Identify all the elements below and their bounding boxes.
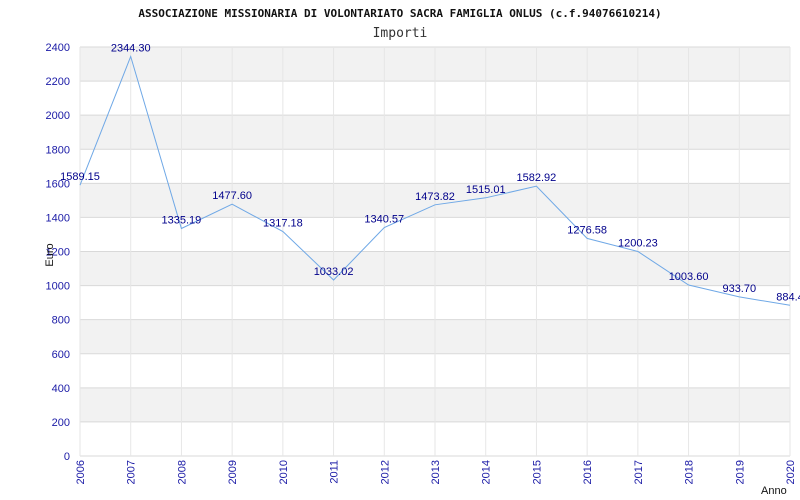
x-tick-label: 2015 (531, 460, 543, 484)
y-tick-label: 2200 (46, 76, 70, 88)
y-tick-label: 2000 (46, 110, 70, 122)
y-tick-label: 2400 (46, 42, 70, 54)
data-label: 1477.60 (212, 190, 252, 202)
data-label: 1473.82 (415, 191, 455, 203)
data-label: 884.4 (776, 291, 800, 303)
x-tick-label: 2009 (227, 460, 239, 484)
x-tick-label: 2017 (633, 460, 645, 484)
x-tick-label: 2007 (126, 460, 138, 484)
data-label: 1582.92 (517, 172, 557, 184)
data-label: 1589.15 (60, 171, 100, 183)
y-tick-label: 1000 (46, 281, 70, 293)
data-label: 1515.01 (466, 184, 506, 196)
y-tick-label: 0 (64, 451, 70, 463)
line-chart: ASSOCIAZIONE MISSIONARIA DI VOLONTARIATO… (44, 7, 800, 497)
data-label: 1033.02 (314, 266, 354, 278)
x-tick-label: 2006 (75, 460, 87, 484)
data-label: 1340.57 (364, 214, 404, 226)
y-tick-label: 600 (52, 349, 70, 361)
x-tick-label: 2013 (430, 460, 442, 484)
x-tick-label: 2016 (582, 460, 594, 484)
x-tick-label: 2019 (734, 460, 746, 484)
y-tick-label: 200 (52, 417, 70, 429)
data-label: 933.70 (722, 283, 756, 295)
y-tick-label: 1400 (46, 212, 70, 224)
x-tick-label: 2008 (176, 460, 188, 484)
x-tick-label: 2012 (379, 460, 391, 484)
x-axis-ticks: 2006 2007 2008 2009 2010 2011 2012 2013 2014 2015… (75, 460, 797, 484)
data-label: 1200.23 (618, 237, 658, 249)
chart-subtitle: Importi (373, 26, 428, 41)
x-tick-label: 2018 (684, 460, 696, 484)
x-axis-label: Anno (761, 485, 787, 497)
x-tick-label: 2014 (481, 460, 493, 484)
data-label: 2344.30 (111, 42, 151, 54)
data-label: 1276.58 (567, 224, 607, 236)
data-label: 1003.60 (669, 271, 709, 283)
y-tick-label: 400 (52, 383, 70, 395)
x-tick-label: 2011 (329, 460, 341, 484)
data-label: 1335.19 (162, 214, 202, 226)
data-label: 1317.18 (263, 218, 303, 230)
x-tick-label: 2010 (278, 460, 290, 484)
x-tick-label: 2020 (785, 460, 797, 484)
y-axis-label: Euro (44, 243, 56, 266)
y-tick-label: 1800 (46, 144, 70, 156)
y-tick-label: 800 (52, 315, 70, 327)
chart-title: ASSOCIAZIONE MISSIONARIA DI VOLONTARIATO… (138, 7, 661, 20)
